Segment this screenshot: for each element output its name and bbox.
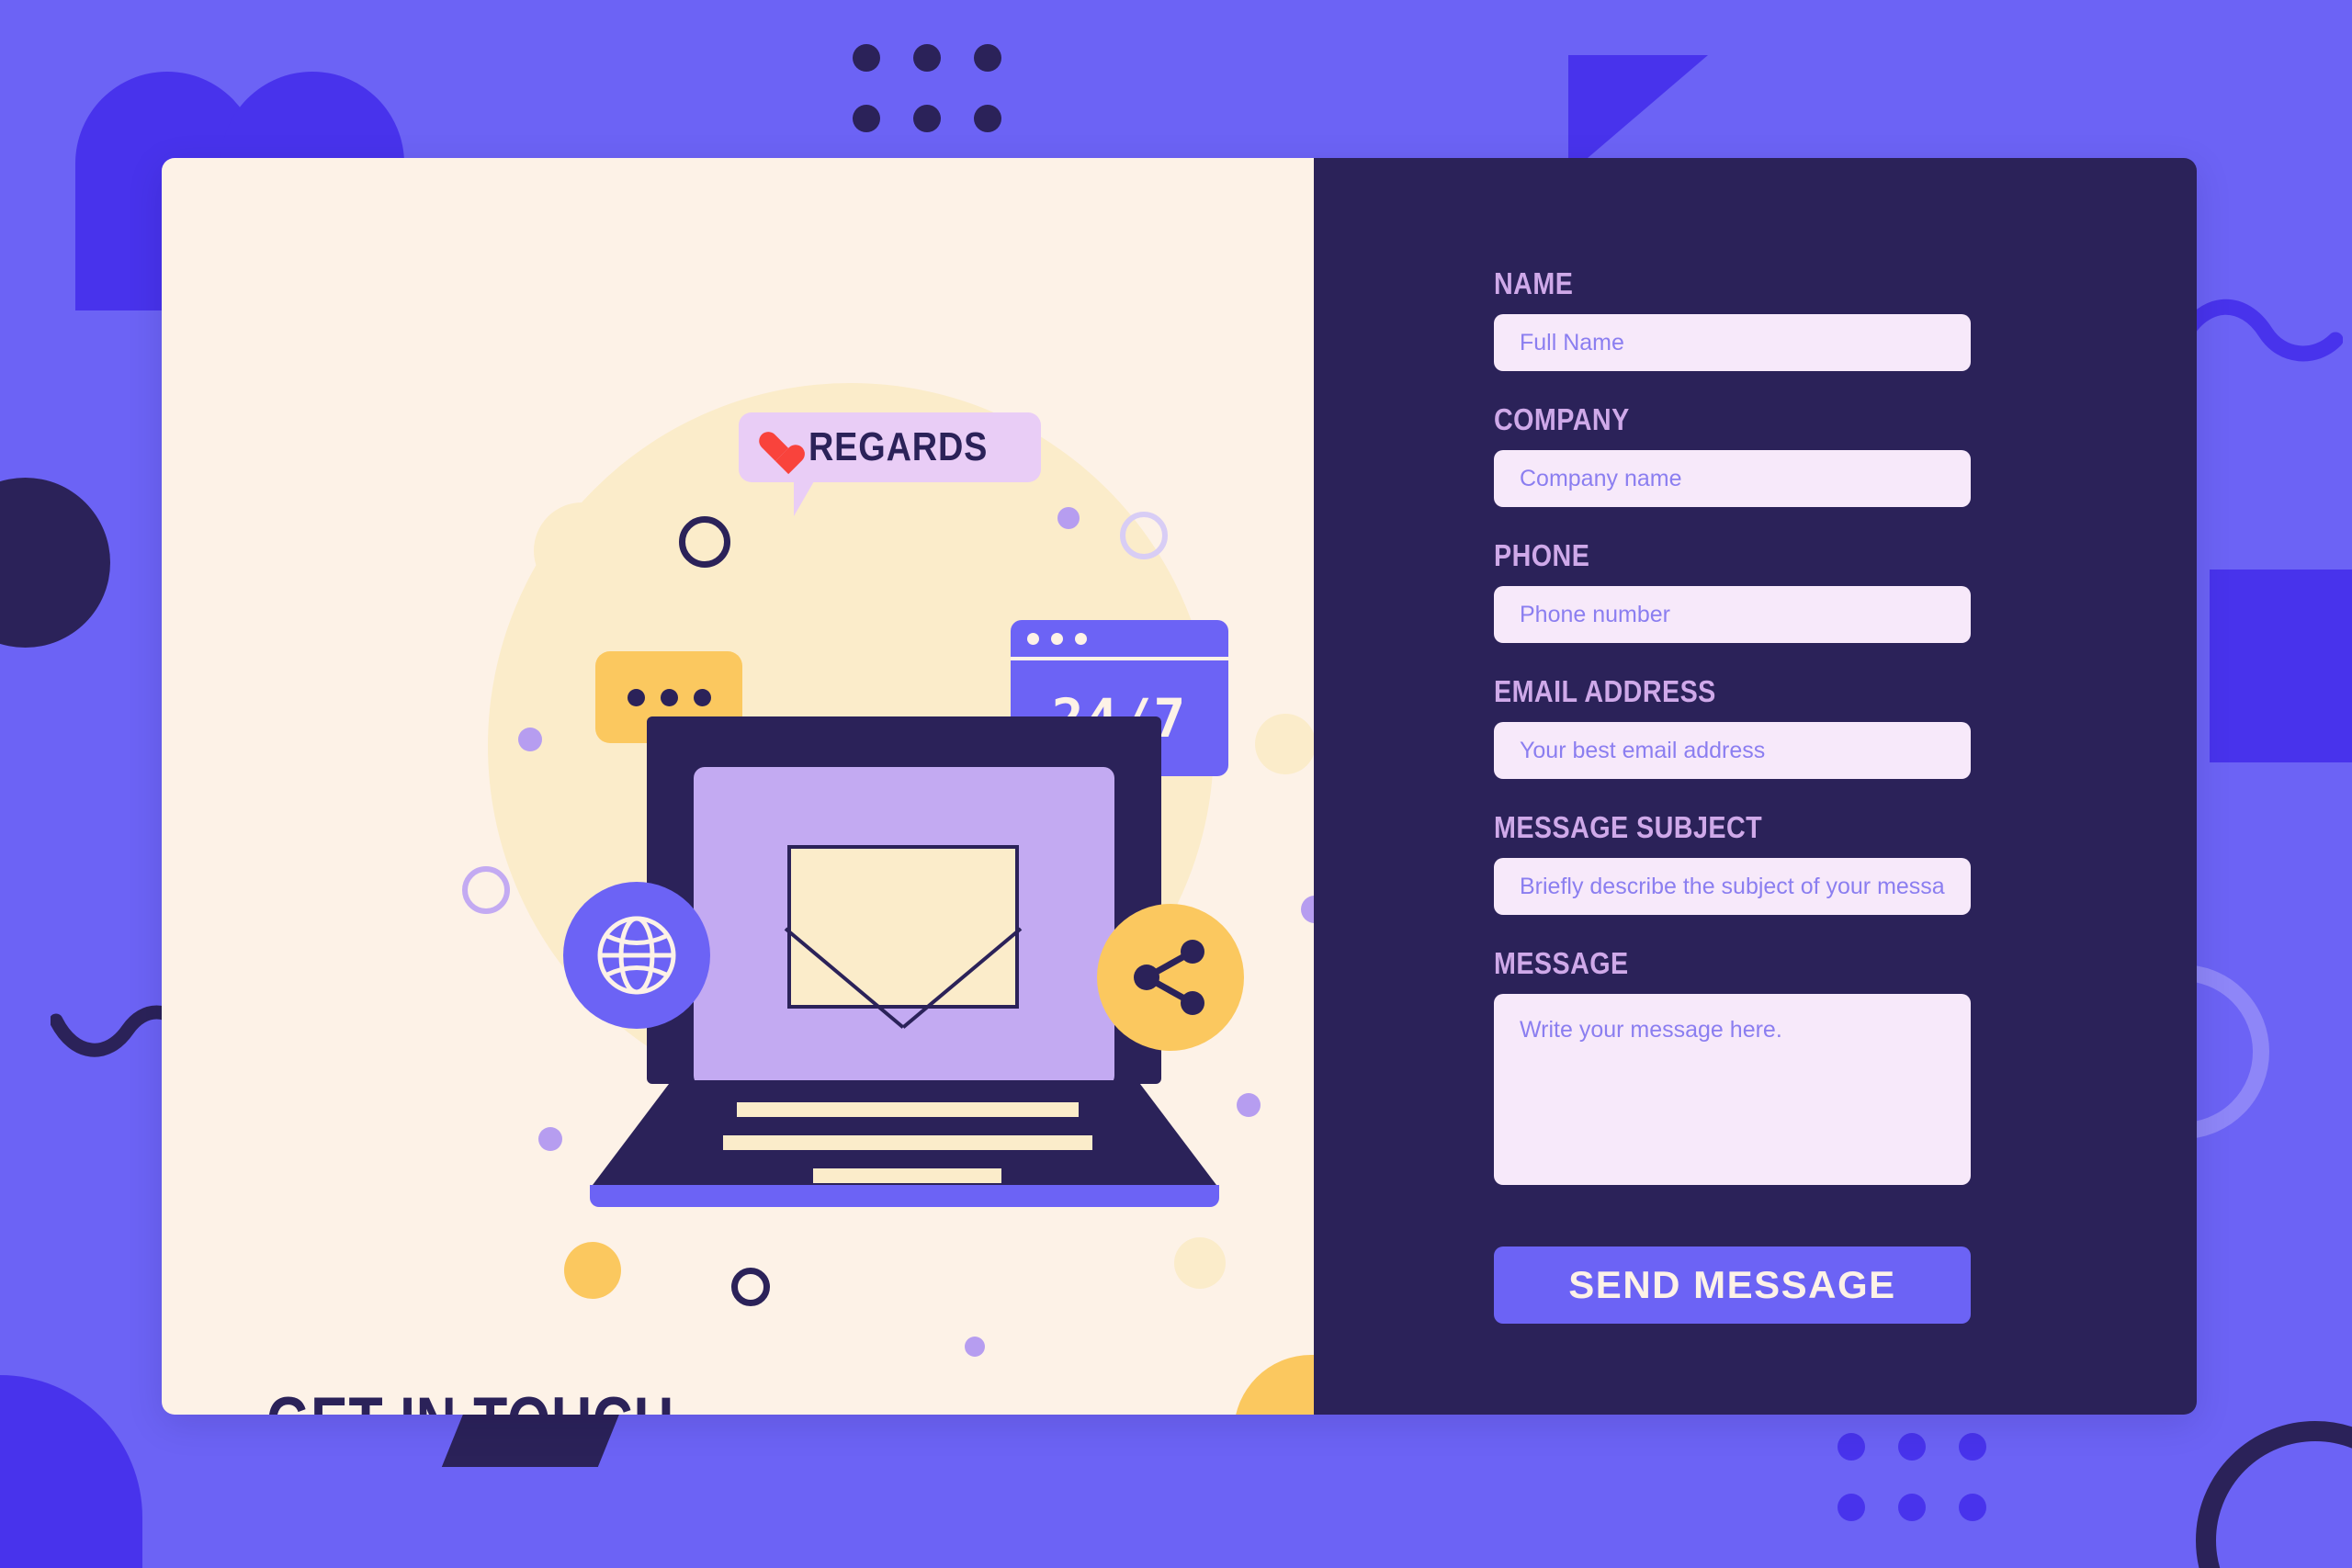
decor-dot-yellow-3 bbox=[1255, 714, 1314, 774]
decor-dot-purple-1 bbox=[1057, 507, 1080, 529]
laptop-key-row-1 bbox=[737, 1102, 1079, 1117]
illustration-panel: REGARDS 24/7 bbox=[162, 158, 1314, 1415]
company-input[interactable] bbox=[1494, 450, 1971, 507]
arrow-right-icon[interactable] bbox=[1234, 1355, 1314, 1415]
regards-label: REGARDS bbox=[808, 424, 989, 469]
page-root: REGARDS 24/7 bbox=[0, 0, 2352, 1568]
decor-quarter-circle-bottom-left bbox=[0, 1375, 142, 1568]
page-title: GET IN TOUCH bbox=[266, 1382, 674, 1415]
decor-dot-cream bbox=[534, 502, 630, 599]
decor-dot-purple-2 bbox=[518, 728, 542, 751]
field-label-company: COMPANY bbox=[1494, 402, 1630, 436]
envelope-icon bbox=[787, 845, 1019, 1009]
decor-ring-navy-2 bbox=[731, 1268, 770, 1306]
field-label-name: NAME bbox=[1494, 266, 1574, 300]
decor-ring-lavender bbox=[1120, 512, 1168, 559]
decor-dot-grid-bottom bbox=[1838, 1433, 1986, 1521]
laptop-key-row-3 bbox=[813, 1168, 1001, 1183]
send-message-button[interactable]: SEND MESSAGE bbox=[1494, 1247, 1971, 1324]
decor-dot-purple-6 bbox=[538, 1127, 562, 1151]
field-label-subject: MESSAGE SUBJECT bbox=[1494, 810, 1763, 844]
field-name: NAME bbox=[1494, 266, 1971, 371]
regards-badge: REGARDS bbox=[739, 412, 1042, 516]
field-phone: PHONE bbox=[1494, 538, 1971, 643]
share-icon bbox=[1097, 904, 1244, 1051]
field-email: EMAIL ADDRESS bbox=[1494, 674, 1971, 779]
laptop-key-row-2 bbox=[723, 1135, 1092, 1150]
subject-input[interactable] bbox=[1494, 858, 1971, 915]
contact-form-panel: NAME COMPANY PHONE EMAIL ADDRESS MESSAGE… bbox=[1314, 158, 2197, 1415]
decor-dot-grid-top bbox=[853, 44, 1001, 132]
decor-dot-purple-3 bbox=[1301, 896, 1314, 923]
message-textarea[interactable] bbox=[1494, 994, 1971, 1185]
decor-dot-purple-4 bbox=[1237, 1093, 1261, 1117]
field-company: COMPANY bbox=[1494, 402, 1971, 507]
email-input[interactable] bbox=[1494, 722, 1971, 779]
decor-dot-yellow-1 bbox=[564, 1242, 621, 1299]
decor-ring-bottom-right bbox=[2196, 1421, 2352, 1568]
field-message: MESSAGE bbox=[1494, 946, 1971, 1190]
heart-icon bbox=[759, 433, 792, 463]
decor-ring-lavender-2 bbox=[462, 866, 510, 914]
laptop-foot bbox=[590, 1185, 1219, 1207]
decor-square-right bbox=[2210, 570, 2352, 762]
field-label-email: EMAIL ADDRESS bbox=[1494, 674, 1716, 708]
decor-circle-left bbox=[0, 478, 110, 648]
contact-card: REGARDS 24/7 bbox=[162, 158, 2197, 1415]
decor-dot-yellow-2 bbox=[1174, 1237, 1226, 1289]
phone-input[interactable] bbox=[1494, 586, 1971, 643]
globe-icon bbox=[563, 882, 710, 1029]
field-label-message: MESSAGE bbox=[1494, 946, 1629, 980]
decor-dot-purple-5 bbox=[965, 1337, 985, 1357]
browser-window-titlebar bbox=[1011, 620, 1228, 660]
decor-wave-right bbox=[2177, 299, 2343, 362]
field-label-phone: PHONE bbox=[1494, 538, 1590, 572]
name-input[interactable] bbox=[1494, 314, 1971, 371]
decor-triangle-top-right bbox=[1568, 55, 1708, 175]
decor-ring-navy bbox=[679, 516, 730, 568]
field-subject: MESSAGE SUBJECT bbox=[1494, 810, 1971, 915]
